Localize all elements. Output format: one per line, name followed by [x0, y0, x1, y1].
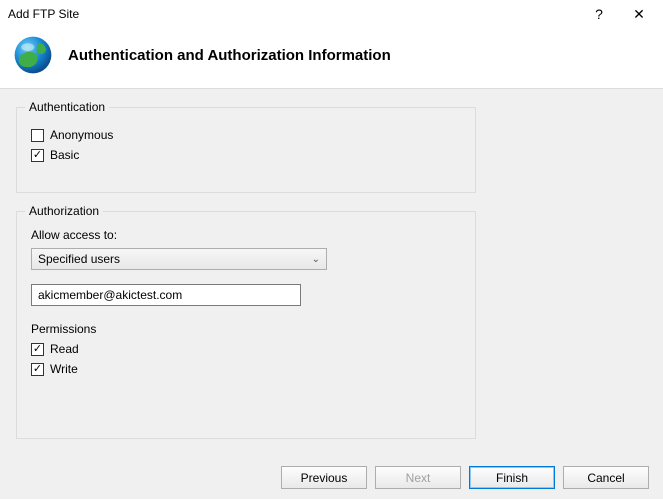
finish-button[interactable]: Finish: [469, 466, 555, 489]
anonymous-label: Anonymous: [50, 128, 113, 142]
authentication-group-label: Authentication: [25, 100, 109, 114]
window-title: Add FTP Site: [8, 7, 579, 21]
allow-access-selected: Specified users: [38, 252, 120, 266]
read-row: ✓ Read: [31, 342, 461, 356]
read-checkbox[interactable]: ✓: [31, 343, 44, 356]
allow-access-select[interactable]: Specified users ⌄: [31, 248, 327, 270]
help-button[interactable]: ?: [579, 0, 619, 28]
close-button[interactable]: ✕: [619, 0, 659, 28]
titlebar: Add FTP Site ? ✕: [0, 0, 663, 28]
basic-row: ✓ Basic: [31, 148, 461, 162]
users-input[interactable]: [31, 284, 301, 306]
permissions-label: Permissions: [31, 322, 461, 336]
basic-label: Basic: [50, 148, 79, 162]
wizard-body: Authentication Anonymous ✓ Basic Authori…: [0, 88, 663, 499]
globe-icon: [12, 34, 54, 76]
previous-button[interactable]: Previous: [281, 466, 367, 489]
cancel-button[interactable]: Cancel: [563, 466, 649, 489]
allow-access-label: Allow access to:: [31, 228, 461, 242]
anonymous-row: Anonymous: [31, 128, 461, 142]
write-row: ✓ Write: [31, 362, 461, 376]
read-label: Read: [50, 342, 79, 356]
next-button: Next: [375, 466, 461, 489]
authorization-group-label: Authorization: [25, 204, 103, 218]
page-title: Authentication and Authorization Informa…: [68, 47, 391, 64]
authentication-group: Authentication Anonymous ✓ Basic: [16, 107, 476, 193]
chevron-down-icon: ⌄: [312, 254, 320, 265]
anonymous-checkbox[interactable]: [31, 129, 44, 142]
authorization-group: Authorization Allow access to: Specified…: [16, 211, 476, 439]
wizard-header: Authentication and Authorization Informa…: [0, 28, 663, 88]
write-label: Write: [50, 362, 78, 376]
wizard-footer: Previous Next Finish Cancel: [0, 456, 663, 499]
write-checkbox[interactable]: ✓: [31, 363, 44, 376]
basic-checkbox[interactable]: ✓: [31, 149, 44, 162]
